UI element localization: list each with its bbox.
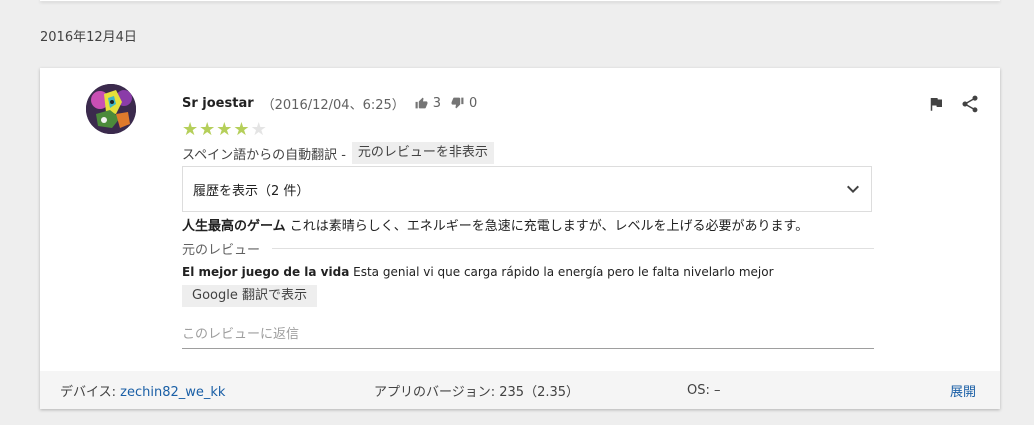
hide-original-button[interactable]: 元のレビューを非表示 [351,142,494,164]
translated-review-body: これは素晴らしく、エネルギーを急速に充電しますが、レベルを上げる必要があります。 [289,219,809,234]
review-header: Sr joestar （2016/12/04、6:25） 3 0 [182,94,874,113]
divider-line [272,247,874,249]
thumbs-up-icon [415,97,428,109]
flag-icon [930,98,942,111]
share-button[interactable] [958,92,982,116]
reply-input[interactable] [182,323,874,349]
star-icon: ★ [216,119,233,140]
review-card: Sr joestar （2016/12/04、6:25） 3 0 ★ ★ ★ ★ ★ ス… [40,68,1000,409]
original-review-body: Esta genial vi que carga rápido la energ… [353,265,774,279]
original-review-label: 元のレビュー [182,242,261,258]
translated-review-title: 人生最高のゲーム [182,219,286,234]
card-actions [914,92,982,116]
chevron-down-icon [847,185,859,193]
thumbs-down-value: 0 [469,95,478,111]
avatar [86,84,136,134]
review-footer: デバイス: zechin82_we_kk アプリのバージョン: 235（2.35… [40,371,1000,409]
review-timestamp: （2016/12/04、6:25） [261,97,405,113]
os-value: – [714,382,721,398]
star-icon: ★ [182,119,199,140]
thumbs-up-count: 3 [415,96,441,111]
device-info: デバイス: zechin82_we_kk [60,381,225,400]
auto-translate-row: スペイン語からの自動翻訳 - 元のレビューを非表示 [182,142,874,164]
os-label: OS: [687,382,710,398]
device-link[interactable]: zechin82_we_kk [120,385,225,400]
star-icon: ★ [233,119,250,140]
thumbs-down-count: 0 [451,96,477,111]
star-rating: ★ ★ ★ ★ ★ [182,121,874,139]
star-icon: ★ [250,119,267,140]
device-label: デバイス: [60,384,116,400]
history-label: 履歴を表示（2 件） [193,183,310,199]
review-author: Sr joestar [182,95,254,111]
thumbs-up-value: 3 [432,95,442,111]
translated-review: 人生最高のゲーム これは素晴らしく、エネルギーを急速に充電しますが、レベルを上げ… [182,218,874,236]
share-icon [962,95,978,113]
original-review-divider: 元のレビュー [182,239,874,258]
date-heading: 2016年12月4日 [40,30,137,45]
expand-button[interactable]: 展開 [950,381,976,400]
star-icon: ★ [199,119,216,140]
thumbs-down-icon [451,97,464,109]
history-dropdown[interactable]: 履歴を表示（2 件） [182,166,872,212]
app-version-info: アプリのバージョン: 235（2.35） [374,381,579,400]
original-review: El mejor juego de la vida Esta genial vi… [182,263,874,281]
version-label: アプリのバージョン: [374,384,496,400]
original-review-title: El mejor juego de la vida [182,265,350,279]
version-value: 235（2.35） [499,384,580,400]
flag-button[interactable] [924,92,948,116]
previous-card-edge [40,0,1000,1]
review-content: Sr joestar （2016/12/04、6:25） 3 0 ★ ★ ★ ★ ★ ス… [182,94,874,349]
auto-translate-label: スペイン語からの自動翻訳 - [182,147,346,163]
os-info: OS: – [687,383,721,398]
google-translate-button[interactable]: Google 翻訳で表示 [182,285,317,307]
